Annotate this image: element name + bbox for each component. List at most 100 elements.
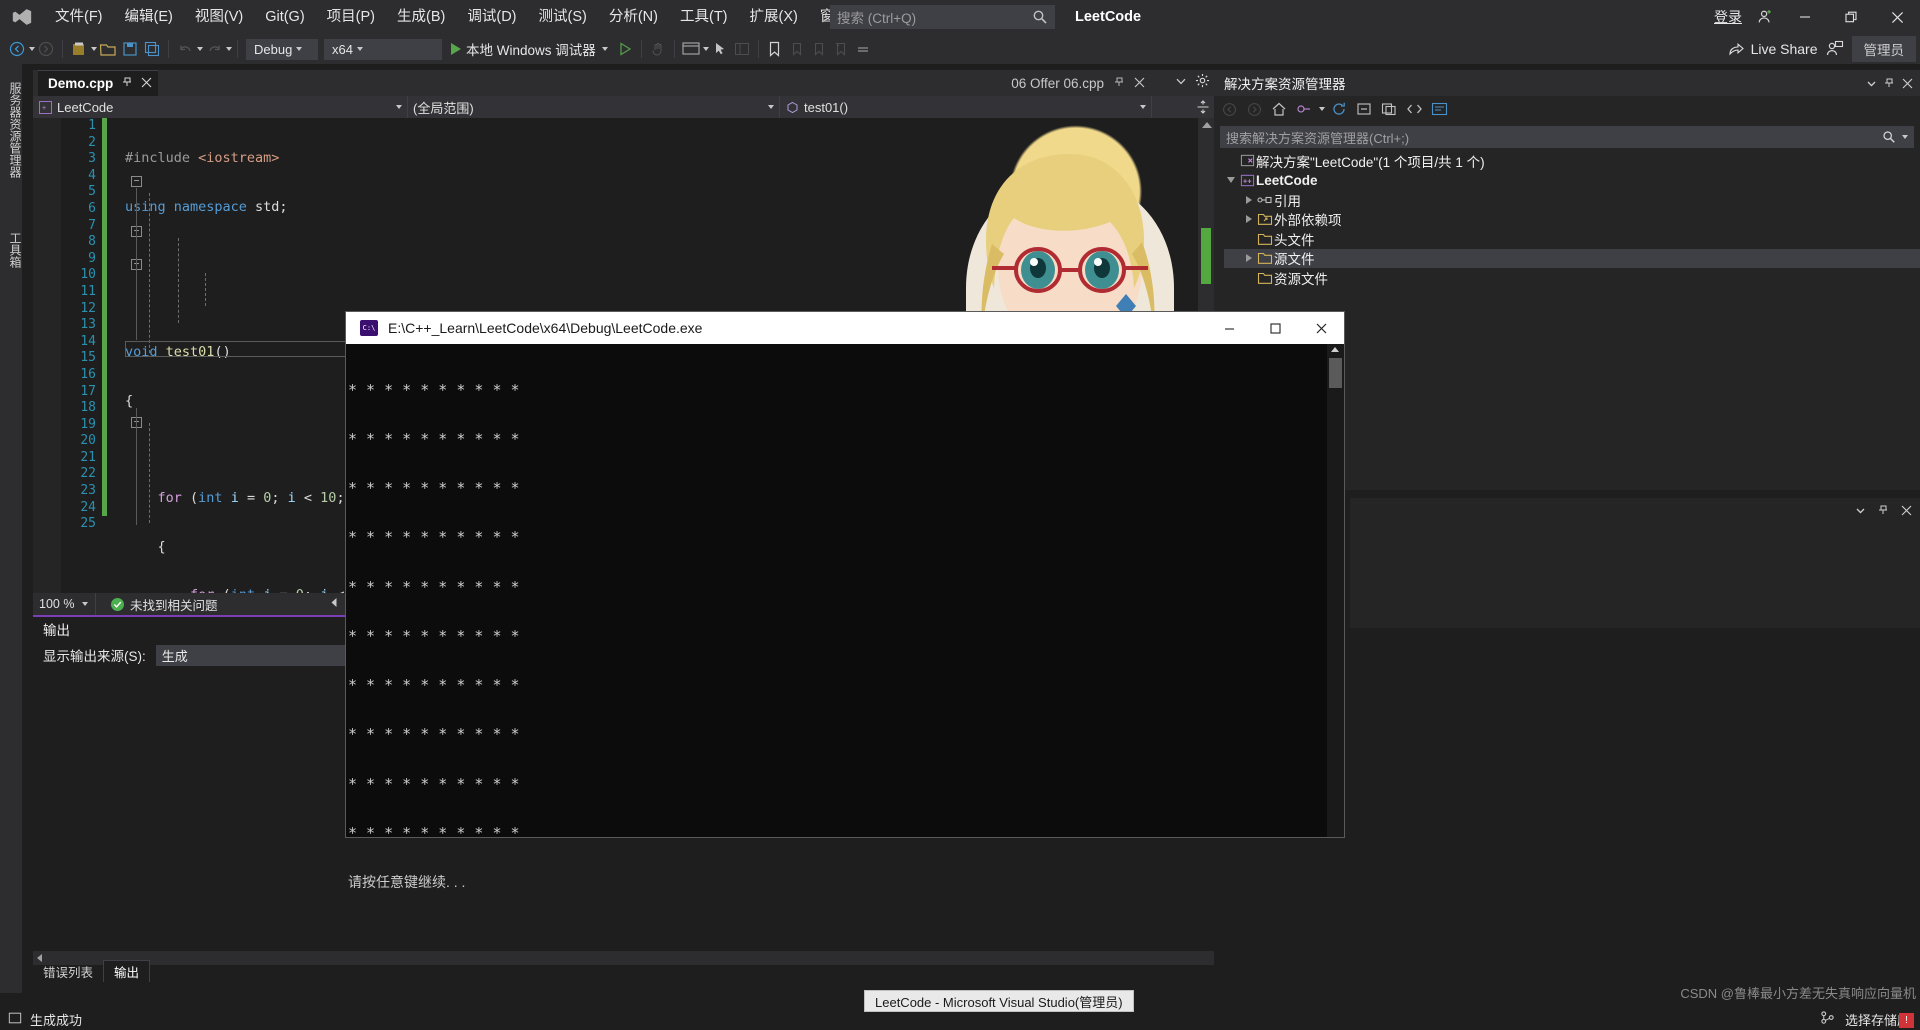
menu-view[interactable]: 视图(V) (184, 0, 254, 34)
close-tab-icon[interactable] (141, 76, 152, 91)
start-debugging-dropdown-icon[interactable] (601, 47, 608, 51)
editor-tab-offer06[interactable]: 06 Offer 06.cpp (1001, 70, 1151, 96)
menu-git[interactable]: Git(G) (254, 0, 315, 34)
line-number: 6 (88, 200, 96, 216)
properties-close-icon[interactable] (1898, 505, 1914, 516)
quick-search-box[interactable]: 搜索 (Ctrl+Q) (830, 5, 1055, 29)
navbar-member-combo[interactable]: test01() (780, 96, 1152, 118)
active-files-dropdown-icon[interactable] (1175, 75, 1187, 90)
tree-item-project[interactable]: ++ LeetCode (1224, 171, 1920, 191)
properties-dropdown-icon[interactable] (1852, 505, 1868, 516)
properties-icon[interactable] (1428, 98, 1450, 120)
restore-button[interactable] (1828, 0, 1874, 34)
server-explorer-tab[interactable]: 服务器资源管理器 (3, 74, 28, 186)
close-panel-icon[interactable] (1898, 78, 1916, 89)
output-source-combo[interactable]: 生成 (155, 644, 356, 666)
toolbox-tab[interactable]: 工具箱 (3, 224, 28, 276)
menu-project[interactable]: 项目(P) (316, 0, 386, 34)
chevron-down-icon-project[interactable] (1227, 177, 1235, 184)
menu-edit[interactable]: 编辑(E) (114, 0, 184, 34)
line-number: 22 (80, 466, 96, 482)
solution-platform-combo[interactable]: x64 (324, 38, 442, 60)
search-options-chevron-icon[interactable] (1902, 135, 1908, 139)
window-layout-icon[interactable] (680, 38, 702, 60)
collapse-all-icon[interactable] (1353, 98, 1375, 120)
solution-explorer-search[interactable]: 搜索解决方案资源管理器(Ctrl+;) (1220, 126, 1914, 148)
output-horizontal-scrollbar[interactable] (33, 951, 1214, 965)
refresh-icon[interactable] (1328, 98, 1350, 120)
navbar-scope-combo[interactable]: (全局范围) (408, 96, 780, 118)
open-file-icon[interactable] (97, 38, 119, 60)
chevron-right-icon-source[interactable] (1246, 254, 1252, 263)
tree-item-source-files[interactable]: 源文件 (1224, 248, 1920, 268)
console-minimize-button[interactable] (1206, 312, 1252, 344)
menu-debug[interactable]: 调试(D) (456, 0, 527, 34)
console-maximize-button[interactable] (1252, 312, 1298, 344)
chevron-right-icon-references[interactable] (1246, 195, 1252, 204)
filter-dropdown-icon[interactable] (1319, 107, 1325, 111)
properties-pin-icon[interactable] (1875, 504, 1891, 516)
pending-changes-filter-icon[interactable] (1293, 98, 1315, 120)
tree-item-resource-files[interactable]: 资源文件 (1224, 268, 1920, 288)
zoom-level-combo[interactable]: 100 % (33, 593, 96, 615)
console-title-bar[interactable]: C:\ E:\C++_Learn\LeetCode\x64\Debug\Leet… (346, 312, 1344, 344)
solution-explorer-title: 解决方案资源管理器 (1224, 77, 1346, 92)
tree-item-references[interactable]: 引用 (1224, 190, 1920, 210)
console-close-button[interactable] (1298, 312, 1344, 344)
view-code-icon[interactable] (1403, 98, 1425, 120)
toggle-bookmark-icon[interactable] (764, 38, 786, 60)
console-scrollbar-thumb[interactable] (1329, 358, 1342, 388)
chevron-right-icon-external[interactable] (1246, 215, 1252, 224)
menu-file[interactable]: 文件(F) (44, 0, 114, 34)
menu-tools[interactable]: 工具(T) (669, 0, 739, 34)
navigate-backward-icon[interactable] (6, 38, 28, 60)
scrollbar-thumb[interactable] (1201, 228, 1211, 284)
sign-in-link[interactable]: 登录 (1708, 7, 1748, 27)
close-button[interactable] (1874, 0, 1920, 34)
new-project-icon[interactable] (68, 38, 90, 60)
live-share-button[interactable]: Live Share (1728, 41, 1818, 57)
save-all-icon[interactable] (141, 38, 163, 60)
redo-dropdown-icon[interactable] (226, 47, 232, 51)
issues-prev-icon[interactable] (329, 597, 340, 611)
navbar-project-combo[interactable]: + LeetCode (33, 96, 408, 118)
glyph-margin[interactable] (33, 118, 61, 593)
scroll-up-icon[interactable] (1202, 122, 1212, 128)
home-icon[interactable] (1268, 98, 1290, 120)
editor-tab-demo-cpp[interactable]: Demo.cpp (38, 70, 159, 96)
gear-icon[interactable] (1195, 73, 1210, 91)
start-without-debugging-icon[interactable] (614, 38, 636, 60)
console-scrollbar[interactable] (1327, 344, 1344, 837)
source-control-icon[interactable] (1820, 1010, 1835, 1028)
start-debugging-button[interactable]: 本地 Windows 调试器 (445, 37, 614, 61)
menu-build[interactable]: 生成(B) (386, 0, 456, 34)
panel-dropdown-icon[interactable] (1862, 78, 1880, 89)
add-account-icon[interactable] (1748, 0, 1782, 34)
pin-icon[interactable] (121, 76, 133, 91)
tree-item-solution[interactable]: 解决方案"LeetCode"(1 个项目/共 1 个) (1224, 151, 1920, 171)
solution-configuration-combo[interactable]: Debug (246, 38, 318, 60)
close-tab-icon-2[interactable] (1134, 76, 1145, 91)
output-source-label: 显示输出来源(S): (43, 649, 146, 664)
menu-analyze[interactable]: 分析(N) (598, 0, 669, 34)
console-scroll-up-icon[interactable] (1331, 347, 1339, 352)
pin-icon-2[interactable] (1113, 76, 1125, 91)
fold-marker-test01[interactable]: − (131, 176, 142, 187)
console-window[interactable]: C:\ E:\C++_Learn\LeetCode\x64\Debug\Leet… (346, 312, 1344, 890)
pin-panel-icon[interactable] (1880, 77, 1898, 89)
issues-status[interactable]: 未找到相关问题 (96, 595, 218, 614)
tab-error-list[interactable]: 错误列表 (33, 961, 103, 982)
tree-item-header-files[interactable]: 头文件 (1224, 229, 1920, 249)
split-editor-icon[interactable] (1192, 100, 1214, 114)
select-element-icon[interactable] (709, 38, 731, 60)
tab-output[interactable]: 输出 (103, 960, 151, 982)
tree-item-external-deps[interactable]: 外部依赖项 (1224, 210, 1920, 230)
toolbar-overflow-icon[interactable] (852, 38, 874, 60)
menu-test[interactable]: 测试(S) (528, 0, 598, 34)
notification-badge[interactable]: ! (1899, 1013, 1914, 1028)
save-icon[interactable] (119, 38, 141, 60)
feedback-icon[interactable] (1818, 32, 1852, 66)
show-all-files-icon[interactable] (1378, 98, 1400, 120)
minimize-button[interactable] (1782, 0, 1828, 34)
menu-extensions[interactable]: 扩展(X) (739, 0, 809, 34)
